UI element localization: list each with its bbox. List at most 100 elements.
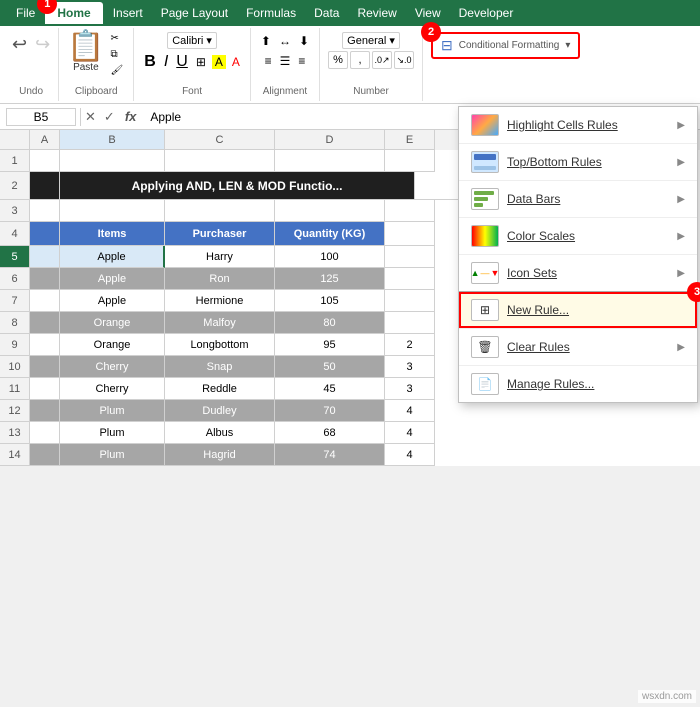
highlight-cells-rules-item[interactable]: Highlight Cells Rules ▶ [459,107,697,143]
bold-button[interactable]: B [142,51,158,73]
cell-D3[interactable] [275,200,385,222]
cell-E9[interactable]: 2 [385,334,435,356]
cell-A7[interactable] [30,290,60,312]
cell-E12[interactable]: 4 [385,400,435,422]
col-header-B[interactable]: B [60,130,165,150]
cell-B7[interactable]: Apple [60,290,165,312]
cell-C7[interactable]: Hermione [165,290,275,312]
row-header-4[interactable]: 4 [0,222,30,246]
data-bars-item[interactable]: Data Bars ▶ [459,180,697,217]
menu-review[interactable]: Review [349,3,404,23]
cell-C6[interactable]: Ron [165,268,275,290]
cell-E1[interactable] [385,150,435,172]
cell-A1[interactable] [30,150,60,172]
cell-D10[interactable]: 50 [275,356,385,378]
menu-insert[interactable]: Insert [105,3,151,23]
clear-rules-item[interactable]: 🗑 Clear Rules ▶ [459,328,697,365]
cell-B11[interactable]: Cherry [60,378,165,400]
cell-B9[interactable]: Orange [60,334,165,356]
cell-E14[interactable]: 4 [385,444,435,466]
cell-B6[interactable]: Apple [60,268,165,290]
decrease-decimal-button[interactable]: ↘.0 [394,51,414,69]
menu-pagelayout[interactable]: Page Layout [153,3,236,23]
redo-button[interactable]: ↪ [33,32,52,57]
cell-reference-box[interactable]: B5 [6,108,76,126]
cancel-formula-button[interactable]: ✕ [85,109,96,125]
cell-A4[interactable] [30,222,60,246]
row-header-8[interactable]: 8 [0,312,30,334]
row-header-11[interactable]: 11 [0,378,30,400]
topbottom-rules-item[interactable]: Top/Bottom Rules ▶ [459,143,697,180]
paste-button[interactable]: 📋 Paste [67,32,104,73]
comma-button[interactable]: , [350,51,370,69]
cell-E6[interactable] [385,268,435,290]
cell-E8[interactable] [385,312,435,334]
cell-A2[interactable] [30,172,60,200]
cell-D4[interactable]: Quantity (KG) [275,222,385,246]
cell-A6[interactable] [30,268,60,290]
underline-button[interactable]: U [174,51,190,73]
cell-B14[interactable]: Plum [60,444,165,466]
cell-D5[interactable]: 100 [275,246,385,268]
manage-rules-item[interactable]: 📄 Manage Rules... [459,365,697,402]
cell-A14[interactable] [30,444,60,466]
cell-B10[interactable]: Cherry [60,356,165,378]
cell-C9[interactable]: Longbottom [165,334,275,356]
row-header-12[interactable]: 12 [0,400,30,422]
cell-B12[interactable]: Plum [60,400,165,422]
cell-C12[interactable]: Dudley [165,400,275,422]
cell-A8[interactable] [30,312,60,334]
row-header-6[interactable]: 6 [0,268,30,290]
menu-data[interactable]: Data [306,3,347,23]
undo-button[interactable]: ↩ [10,32,29,57]
col-header-D[interactable]: D [275,130,385,150]
cell-C5[interactable]: Harry [165,246,275,268]
cell-D9[interactable]: 95 [275,334,385,356]
cell-E10[interactable]: 3 [385,356,435,378]
italic-button[interactable]: I [162,51,170,73]
cell-D13[interactable]: 68 [275,422,385,444]
increase-decimal-button[interactable]: .0↗ [372,51,392,69]
cell-B13[interactable]: Plum [60,422,165,444]
row-header-5[interactable]: 5 [0,246,30,268]
cell-A12[interactable] [30,400,60,422]
cell-A13[interactable] [30,422,60,444]
cell-D11[interactable]: 45 [275,378,385,400]
cell-A10[interactable] [30,356,60,378]
cell-D6[interactable]: 125 [275,268,385,290]
menu-view[interactable]: View [407,3,449,23]
conditional-formatting-button[interactable]: ⊟ Conditional Formatting ▾ 2 [431,32,580,59]
percent-button[interactable]: % [328,51,348,69]
row-header-9[interactable]: 9 [0,334,30,356]
color-scales-item[interactable]: Color Scales ▶ [459,217,697,254]
cell-B1[interactable] [60,150,165,172]
fill-color-button[interactable]: A [212,55,226,69]
cell-C1[interactable] [165,150,275,172]
icon-sets-item[interactable]: ▲—▼ Icon Sets ▶ [459,254,697,292]
cell-A11[interactable] [30,378,60,400]
format-painter-button[interactable]: 🖌 [109,64,126,77]
row-header-14[interactable]: 14 [0,444,30,466]
cell-D14[interactable]: 74 [275,444,385,466]
row-header-13[interactable]: 13 [0,422,30,444]
align-bottom-button[interactable]: ⬇ [297,32,311,50]
col-header-A[interactable]: A [30,130,60,150]
font-color-button[interactable]: A [230,53,242,71]
cell-B5[interactable]: Apple [60,246,165,268]
align-right-button[interactable]: ≡ [296,52,307,70]
cell-C10[interactable]: Snap [165,356,275,378]
menu-developer[interactable]: Developer [451,3,522,23]
cell-B2[interactable]: Applying AND, LEN & MOD Functio... [60,172,415,200]
cell-D8[interactable]: 80 [275,312,385,334]
copy-button[interactable]: ⧉ [109,48,126,61]
cell-D7[interactable]: 105 [275,290,385,312]
menu-formulas[interactable]: Formulas [238,3,304,23]
col-header-E[interactable]: E [385,130,435,150]
border-button[interactable]: ⊞ [194,53,208,71]
cell-A5[interactable] [30,246,60,268]
align-center-button[interactable]: ☰ [278,52,293,70]
cell-C4[interactable]: Purchaser [165,222,275,246]
row-header-3[interactable]: 3 [0,200,30,222]
cell-C3[interactable] [165,200,275,222]
cell-C8[interactable]: Malfoy [165,312,275,334]
